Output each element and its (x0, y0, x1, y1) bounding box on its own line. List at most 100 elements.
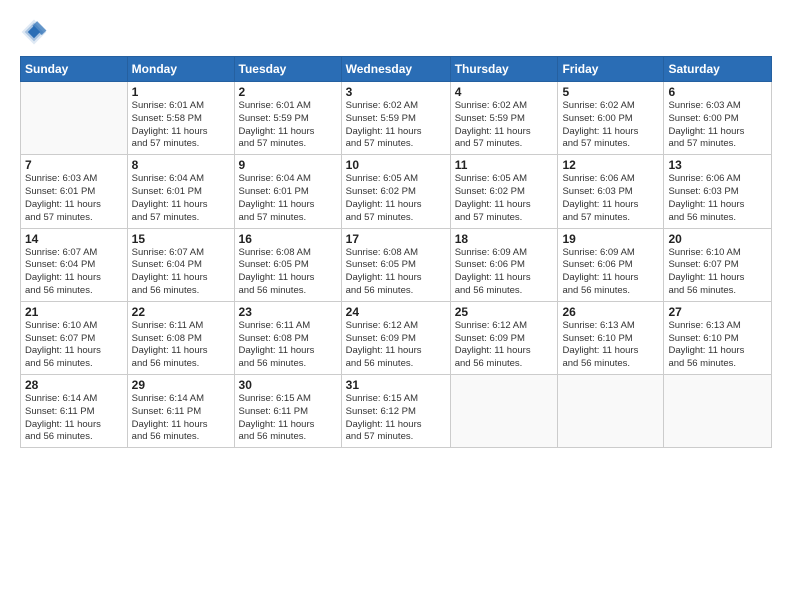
day-info: Sunrise: 6:12 AM Sunset: 6:09 PM Dayligh… (346, 320, 446, 371)
day-info: Sunrise: 6:14 AM Sunset: 6:11 PM Dayligh… (132, 393, 230, 444)
day-number: 6 (668, 85, 767, 99)
day-number: 3 (346, 85, 446, 99)
calendar-cell: 16Sunrise: 6:08 AM Sunset: 6:05 PM Dayli… (234, 228, 341, 301)
day-info: Sunrise: 6:11 AM Sunset: 6:08 PM Dayligh… (132, 320, 230, 371)
calendar-cell: 8Sunrise: 6:04 AM Sunset: 6:01 PM Daylig… (127, 155, 234, 228)
calendar-cell: 22Sunrise: 6:11 AM Sunset: 6:08 PM Dayli… (127, 301, 234, 374)
day-info: Sunrise: 6:10 AM Sunset: 6:07 PM Dayligh… (25, 320, 123, 371)
day-info: Sunrise: 6:15 AM Sunset: 6:11 PM Dayligh… (239, 393, 337, 444)
day-info: Sunrise: 6:04 AM Sunset: 6:01 PM Dayligh… (239, 173, 337, 224)
day-number: 4 (455, 85, 554, 99)
day-number: 11 (455, 158, 554, 172)
day-info: Sunrise: 6:05 AM Sunset: 6:02 PM Dayligh… (455, 173, 554, 224)
day-number: 15 (132, 232, 230, 246)
day-number: 18 (455, 232, 554, 246)
calendar-cell: 31Sunrise: 6:15 AM Sunset: 6:12 PM Dayli… (341, 375, 450, 448)
calendar-week-3: 14Sunrise: 6:07 AM Sunset: 6:04 PM Dayli… (21, 228, 772, 301)
day-number: 14 (25, 232, 123, 246)
calendar-cell (450, 375, 558, 448)
day-number: 13 (668, 158, 767, 172)
logo (20, 18, 52, 46)
day-number: 29 (132, 378, 230, 392)
calendar-cell: 1Sunrise: 6:01 AM Sunset: 5:58 PM Daylig… (127, 82, 234, 155)
day-number: 27 (668, 305, 767, 319)
day-info: Sunrise: 6:02 AM Sunset: 5:59 PM Dayligh… (346, 100, 446, 151)
calendar-cell: 3Sunrise: 6:02 AM Sunset: 5:59 PM Daylig… (341, 82, 450, 155)
calendar-cell: 12Sunrise: 6:06 AM Sunset: 6:03 PM Dayli… (558, 155, 664, 228)
day-info: Sunrise: 6:05 AM Sunset: 6:02 PM Dayligh… (346, 173, 446, 224)
weekday-header-sunday: Sunday (21, 57, 128, 82)
weekday-header-row: SundayMondayTuesdayWednesdayThursdayFrid… (21, 57, 772, 82)
day-number: 31 (346, 378, 446, 392)
calendar-cell: 10Sunrise: 6:05 AM Sunset: 6:02 PM Dayli… (341, 155, 450, 228)
day-number: 8 (132, 158, 230, 172)
calendar-cell: 2Sunrise: 6:01 AM Sunset: 5:59 PM Daylig… (234, 82, 341, 155)
calendar-cell: 28Sunrise: 6:14 AM Sunset: 6:11 PM Dayli… (21, 375, 128, 448)
page: SundayMondayTuesdayWednesdayThursdayFrid… (0, 0, 792, 612)
calendar-cell: 19Sunrise: 6:09 AM Sunset: 6:06 PM Dayli… (558, 228, 664, 301)
day-info: Sunrise: 6:02 AM Sunset: 5:59 PM Dayligh… (455, 100, 554, 151)
calendar-cell: 14Sunrise: 6:07 AM Sunset: 6:04 PM Dayli… (21, 228, 128, 301)
day-number: 20 (668, 232, 767, 246)
day-number: 19 (562, 232, 659, 246)
calendar-cell: 17Sunrise: 6:08 AM Sunset: 6:05 PM Dayli… (341, 228, 450, 301)
calendar-table: SundayMondayTuesdayWednesdayThursdayFrid… (20, 56, 772, 448)
day-number: 22 (132, 305, 230, 319)
weekday-header-monday: Monday (127, 57, 234, 82)
day-info: Sunrise: 6:08 AM Sunset: 6:05 PM Dayligh… (346, 247, 446, 298)
calendar-week-4: 21Sunrise: 6:10 AM Sunset: 6:07 PM Dayli… (21, 301, 772, 374)
day-number: 5 (562, 85, 659, 99)
day-info: Sunrise: 6:01 AM Sunset: 5:58 PM Dayligh… (132, 100, 230, 151)
day-info: Sunrise: 6:14 AM Sunset: 6:11 PM Dayligh… (25, 393, 123, 444)
calendar-cell: 15Sunrise: 6:07 AM Sunset: 6:04 PM Dayli… (127, 228, 234, 301)
day-number: 2 (239, 85, 337, 99)
day-info: Sunrise: 6:13 AM Sunset: 6:10 PM Dayligh… (668, 320, 767, 371)
day-info: Sunrise: 6:04 AM Sunset: 6:01 PM Dayligh… (132, 173, 230, 224)
calendar-cell: 23Sunrise: 6:11 AM Sunset: 6:08 PM Dayli… (234, 301, 341, 374)
day-number: 24 (346, 305, 446, 319)
logo-icon (20, 18, 48, 46)
day-number: 25 (455, 305, 554, 319)
calendar-cell: 13Sunrise: 6:06 AM Sunset: 6:03 PM Dayli… (664, 155, 772, 228)
calendar-cell: 21Sunrise: 6:10 AM Sunset: 6:07 PM Dayli… (21, 301, 128, 374)
calendar-cell: 7Sunrise: 6:03 AM Sunset: 6:01 PM Daylig… (21, 155, 128, 228)
day-number: 9 (239, 158, 337, 172)
calendar-cell (664, 375, 772, 448)
day-number: 1 (132, 85, 230, 99)
day-number: 12 (562, 158, 659, 172)
day-info: Sunrise: 6:06 AM Sunset: 6:03 PM Dayligh… (668, 173, 767, 224)
calendar-cell: 24Sunrise: 6:12 AM Sunset: 6:09 PM Dayli… (341, 301, 450, 374)
day-info: Sunrise: 6:02 AM Sunset: 6:00 PM Dayligh… (562, 100, 659, 151)
day-info: Sunrise: 6:07 AM Sunset: 6:04 PM Dayligh… (132, 247, 230, 298)
day-number: 16 (239, 232, 337, 246)
weekday-header-tuesday: Tuesday (234, 57, 341, 82)
calendar-week-5: 28Sunrise: 6:14 AM Sunset: 6:11 PM Dayli… (21, 375, 772, 448)
day-info: Sunrise: 6:03 AM Sunset: 6:01 PM Dayligh… (25, 173, 123, 224)
calendar-week-2: 7Sunrise: 6:03 AM Sunset: 6:01 PM Daylig… (21, 155, 772, 228)
calendar-cell: 9Sunrise: 6:04 AM Sunset: 6:01 PM Daylig… (234, 155, 341, 228)
weekday-header-friday: Friday (558, 57, 664, 82)
calendar-cell: 26Sunrise: 6:13 AM Sunset: 6:10 PM Dayli… (558, 301, 664, 374)
day-number: 21 (25, 305, 123, 319)
calendar-cell: 30Sunrise: 6:15 AM Sunset: 6:11 PM Dayli… (234, 375, 341, 448)
day-info: Sunrise: 6:06 AM Sunset: 6:03 PM Dayligh… (562, 173, 659, 224)
weekday-header-thursday: Thursday (450, 57, 558, 82)
day-info: Sunrise: 6:09 AM Sunset: 6:06 PM Dayligh… (455, 247, 554, 298)
weekday-header-saturday: Saturday (664, 57, 772, 82)
calendar-cell: 5Sunrise: 6:02 AM Sunset: 6:00 PM Daylig… (558, 82, 664, 155)
calendar-cell: 20Sunrise: 6:10 AM Sunset: 6:07 PM Dayli… (664, 228, 772, 301)
calendar-cell: 4Sunrise: 6:02 AM Sunset: 5:59 PM Daylig… (450, 82, 558, 155)
calendar-cell: 11Sunrise: 6:05 AM Sunset: 6:02 PM Dayli… (450, 155, 558, 228)
day-info: Sunrise: 6:09 AM Sunset: 6:06 PM Dayligh… (562, 247, 659, 298)
day-info: Sunrise: 6:15 AM Sunset: 6:12 PM Dayligh… (346, 393, 446, 444)
day-number: 17 (346, 232, 446, 246)
day-info: Sunrise: 6:01 AM Sunset: 5:59 PM Dayligh… (239, 100, 337, 151)
day-info: Sunrise: 6:11 AM Sunset: 6:08 PM Dayligh… (239, 320, 337, 371)
day-number: 30 (239, 378, 337, 392)
calendar-cell: 27Sunrise: 6:13 AM Sunset: 6:10 PM Dayli… (664, 301, 772, 374)
day-info: Sunrise: 6:07 AM Sunset: 6:04 PM Dayligh… (25, 247, 123, 298)
day-info: Sunrise: 6:12 AM Sunset: 6:09 PM Dayligh… (455, 320, 554, 371)
day-number: 26 (562, 305, 659, 319)
day-info: Sunrise: 6:13 AM Sunset: 6:10 PM Dayligh… (562, 320, 659, 371)
calendar-cell (558, 375, 664, 448)
